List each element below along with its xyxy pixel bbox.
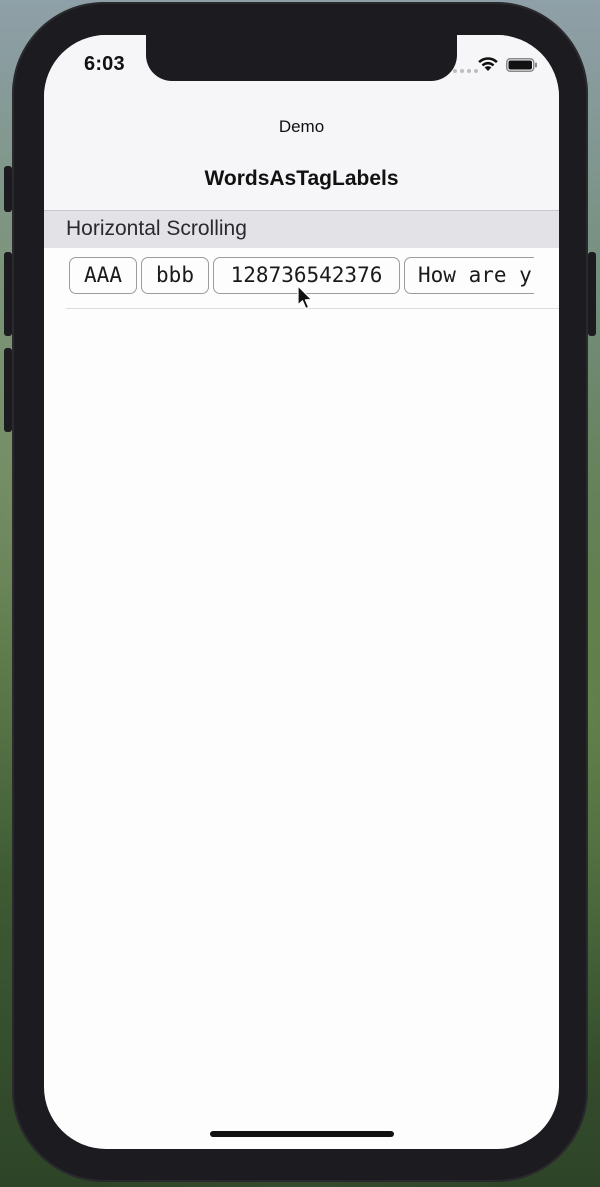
nav-back-title[interactable]: Demo bbox=[44, 117, 559, 137]
section-header: Horizontal Scrolling bbox=[44, 211, 559, 248]
tag-label[interactable]: bbb bbox=[141, 257, 209, 294]
battery-icon bbox=[506, 58, 537, 72]
phone-screen: 6:03 Demo WordsAsTagLabels Horizontal Sc… bbox=[44, 35, 559, 1149]
page-title: WordsAsTagLabels bbox=[204, 167, 399, 190]
navigation-bar: Demo WordsAsTagLabels bbox=[44, 95, 559, 211]
status-time: 6:03 bbox=[84, 53, 125, 75]
volume-down-button bbox=[4, 348, 12, 432]
power-button bbox=[588, 252, 596, 336]
volume-up-button bbox=[4, 252, 12, 336]
tag-label[interactable]: How are y bbox=[404, 257, 534, 294]
tag-label[interactable]: AAA bbox=[69, 257, 137, 294]
home-indicator[interactable] bbox=[210, 1131, 394, 1137]
wifi-icon bbox=[478, 57, 498, 71]
mute-switch bbox=[4, 166, 12, 212]
cursor-icon bbox=[297, 285, 313, 310]
section-title: Horizontal Scrolling bbox=[66, 217, 247, 240]
cellular-signal-icon bbox=[453, 69, 478, 73]
camera-notch bbox=[146, 35, 457, 81]
